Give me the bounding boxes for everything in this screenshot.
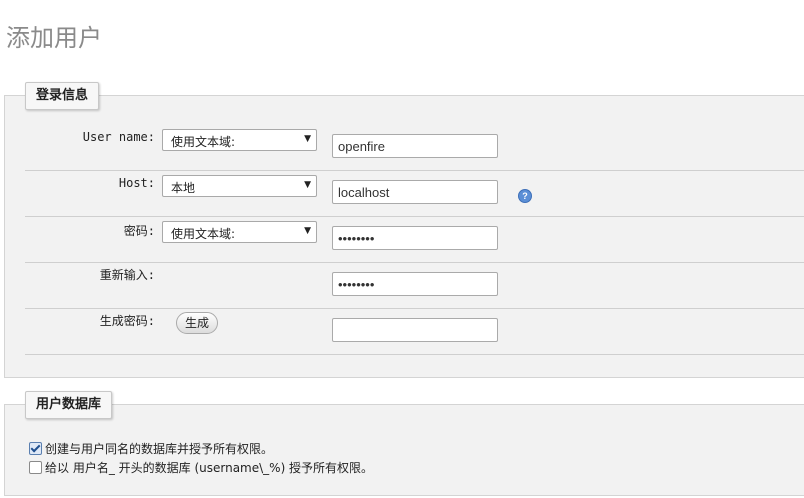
- username-label: User name:: [82, 130, 155, 144]
- grant-wildcard-db-option[interactable]: 给以 用户名_ 开头的数据库 (username\_%) 授予所有权限。: [29, 459, 373, 475]
- retype-password-label: 重新输入:: [99, 268, 155, 282]
- generate-password-label: 生成密码:: [99, 314, 155, 328]
- chevron-down-icon: ▼: [304, 226, 311, 236]
- chevron-down-icon: ▼: [304, 180, 311, 190]
- host-type-value: 本地: [171, 181, 196, 195]
- password-label: 密码:: [123, 224, 155, 238]
- page-title: 添加用户: [6, 24, 102, 52]
- username-type-select[interactable]: 使用文本域: ▼: [162, 129, 317, 151]
- generate-button[interactable]: 生成: [176, 312, 218, 334]
- generated-password-input[interactable]: [332, 318, 498, 342]
- password-input[interactable]: [332, 226, 498, 250]
- grant-wildcard-db-checkbox[interactable]: [29, 461, 42, 474]
- create-same-name-db-option[interactable]: 创建与用户同名的数据库并授予所有权限。: [29, 440, 273, 456]
- password-type-value: 使用文本域:: [171, 227, 236, 241]
- username-type-value: 使用文本域:: [171, 135, 236, 149]
- host-input[interactable]: [332, 180, 498, 204]
- host-row: Host: 本地 ▼ ?: [25, 170, 804, 217]
- user-database-legend: 用户数据库: [25, 391, 113, 419]
- host-label: Host:: [118, 176, 155, 190]
- username-input[interactable]: [332, 134, 498, 158]
- password-row: 密码: 使用文本域: ▼: [25, 216, 804, 263]
- host-type-select[interactable]: 本地 ▼: [162, 175, 317, 197]
- grant-wildcard-db-label: 给以 用户名_ 开头的数据库 (username\_%) 授予所有权限。: [45, 461, 374, 475]
- username-row: User name: 使用文本域: ▼: [25, 124, 804, 171]
- generate-password-row: 生成密码: 生成: [25, 308, 804, 355]
- password-type-select[interactable]: 使用文本域: ▼: [162, 221, 317, 243]
- user-database-section: 用户数据库 创建与用户同名的数据库并授予所有权限。 给以 用户名_ 开头的数据库…: [4, 391, 804, 496]
- create-same-name-db-checkbox[interactable]: [29, 442, 42, 455]
- create-same-name-db-label: 创建与用户同名的数据库并授予所有权限。: [45, 442, 274, 456]
- retype-password-row: 重新输入:: [25, 262, 804, 309]
- retype-password-input[interactable]: [332, 272, 498, 296]
- login-info-legend: 登录信息: [25, 82, 100, 110]
- chevron-down-icon: ▼: [304, 134, 311, 144]
- login-info-section: 登录信息 User name: 使用文本域: ▼ Host: 本地 ▼ ? 密码…: [4, 82, 804, 378]
- question-circle-icon[interactable]: ?: [518, 189, 532, 203]
